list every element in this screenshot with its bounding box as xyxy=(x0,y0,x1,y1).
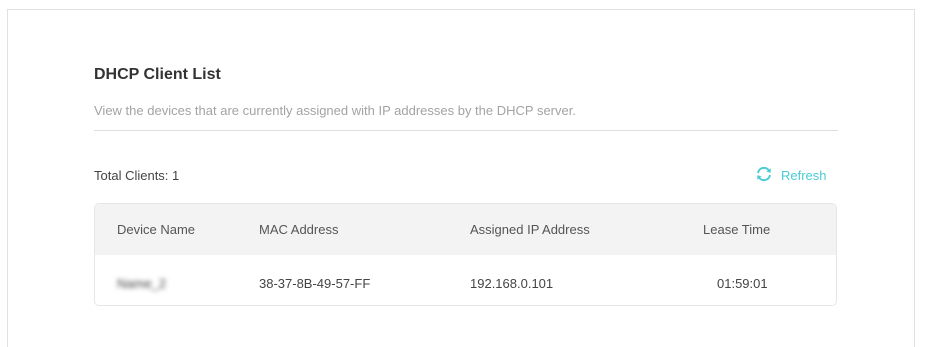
refresh-icon xyxy=(755,165,781,186)
table-row: Name_2 38-37-8B-49-57-FF 192.168.0.101 0… xyxy=(95,255,836,305)
section-description: View the devices that are currently assi… xyxy=(94,103,576,118)
device-name-cell: Name_2 xyxy=(117,276,167,291)
dhcp-client-table: Device Name MAC Address Assigned IP Addr… xyxy=(94,203,837,306)
mac-address-cell: 38-37-8B-49-57-FF xyxy=(259,276,371,291)
divider xyxy=(94,130,838,131)
ip-address-cell: 192.168.0.101 xyxy=(470,276,554,291)
column-header-mac-address[interactable]: MAC Address xyxy=(259,222,338,237)
column-header-ip-address[interactable]: Assigned IP Address xyxy=(470,222,590,237)
refresh-label: Refresh xyxy=(781,168,827,183)
lease-time-cell: 01:59:01 xyxy=(717,276,768,291)
column-header-device-name[interactable]: Device Name xyxy=(117,222,195,237)
column-header-lease-time[interactable]: Lease Time xyxy=(703,222,770,237)
total-clients-label: Total Clients: 1 xyxy=(94,168,180,183)
table-header-row: Device Name MAC Address Assigned IP Addr… xyxy=(95,204,836,255)
refresh-button[interactable]: Refresh xyxy=(755,165,827,186)
section-title: DHCP Client List xyxy=(94,66,221,83)
